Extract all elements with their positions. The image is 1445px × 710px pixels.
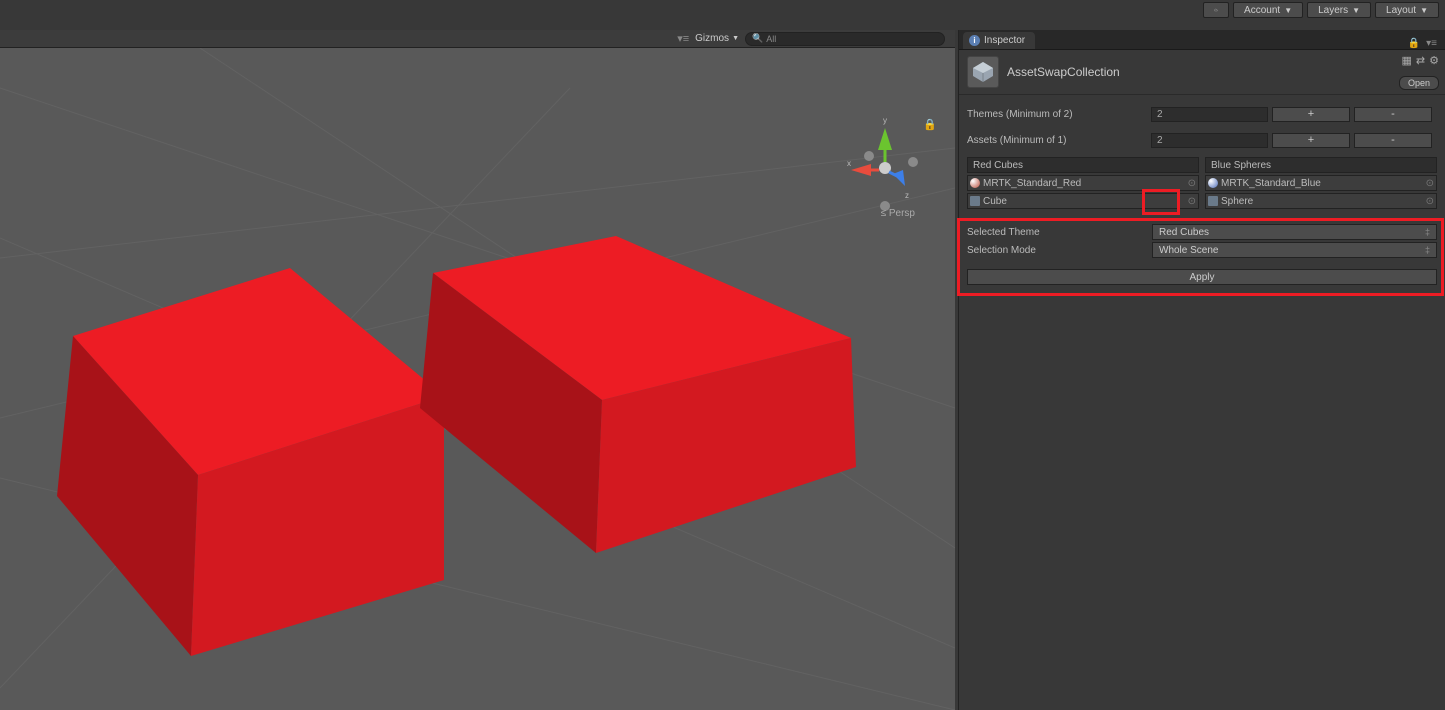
theme-columns: Red Cubes MRTK_Standard_Red ⊙ Cube ⊙ Blu… <box>967 157 1437 209</box>
inspector-tab-label: Inspector <box>984 35 1025 46</box>
gear-icon[interactable]: ⚙ <box>1429 54 1439 67</box>
themes-row: Themes (Minimum of 2) 2 + - <box>967 105 1437 123</box>
selected-theme-dropdown[interactable]: Red Cubes <box>1152 224 1437 240</box>
cloud-icon <box>1214 5 1218 15</box>
toolbar-options-icon[interactable]: ▾≡ <box>677 32 689 45</box>
selection-mode-row: Selection Mode Whole Scene <box>967 241 1437 259</box>
material-field[interactable]: MRTK_Standard_Blue ⊙ <box>1205 175 1437 191</box>
material-label: MRTK_Standard_Blue <box>1221 178 1321 189</box>
prefab-icon <box>1208 196 1218 206</box>
caret-down-icon: ▼ <box>1420 6 1428 15</box>
inspector-tab[interactable]: i Inspector <box>963 32 1035 49</box>
gizmos-dropdown[interactable]: Gizmos▼ <box>695 33 739 44</box>
theme-column-blue: Blue Spheres MRTK_Standard_Blue ⊙ Sphere… <box>1205 157 1437 209</box>
caret-down-icon: ▼ <box>1284 6 1292 15</box>
selected-theme-row: Selected Theme Red Cubes <box>967 223 1437 241</box>
orientation-gizmo[interactable]: y x z <box>845 118 925 218</box>
assets-remove-button[interactable]: - <box>1354 133 1432 148</box>
lock-toggle-icon[interactable]: 🔒 <box>1408 38 1420 49</box>
object-name: AssetSwapCollection <box>1007 65 1120 79</box>
layout-label: Layout <box>1386 5 1416 16</box>
layout-dropdown[interactable]: Layout ▼ <box>1375 2 1439 18</box>
gizmos-label: Gizmos <box>695 33 729 44</box>
svg-text:z: z <box>905 191 909 200</box>
themes-label: Themes (Minimum of 2) <box>967 109 1147 120</box>
themes-remove-button[interactable]: - <box>1354 107 1432 122</box>
object-picker-icon[interactable]: ⊙ <box>1426 178 1434 189</box>
search-placeholder: All <box>766 34 776 44</box>
assets-label: Assets (Minimum of 1) <box>967 135 1147 146</box>
search-icon: 🔍 <box>752 33 763 44</box>
material-icon <box>1208 178 1218 188</box>
object-picker-icon[interactable]: ⊙ <box>1426 196 1434 207</box>
scene-search-input[interactable]: 🔍All <box>745 32 945 46</box>
prefab-field[interactable]: Cube ⊙ <box>967 193 1199 209</box>
top-toolbar: Account ▼ Layers ▼ Layout ▼ <box>1197 0 1445 20</box>
prefab-label: Sphere <box>1221 196 1253 207</box>
asset-type-icon[interactable] <box>967 56 999 88</box>
selection-mode-label: Selection Mode <box>967 245 1152 256</box>
theme-header-input[interactable]: Blue Spheres <box>1205 157 1437 173</box>
svg-text:y: y <box>883 118 887 125</box>
layers-dropdown[interactable]: Layers ▼ <box>1307 2 1371 18</box>
layers-label: Layers <box>1318 5 1348 16</box>
assets-add-button[interactable]: + <box>1272 133 1350 148</box>
theme-header-input[interactable]: Red Cubes <box>967 157 1199 173</box>
scene-toolbar: ▾≡ Gizmos▼ 🔍All <box>0 30 955 48</box>
prefab-label: Cube <box>983 196 1007 207</box>
apply-button[interactable]: Apply <box>967 269 1437 285</box>
perspective-label[interactable]: ≤ Persp <box>881 208 915 219</box>
inspector-body: Themes (Minimum of 2) 2 + - Assets (Mini… <box>959 95 1445 289</box>
prefab-icon <box>970 196 980 206</box>
tab-options-icon[interactable]: ▾≡ <box>1426 38 1445 49</box>
assets-value-field[interactable]: 2 <box>1151 133 1268 148</box>
account-dropdown[interactable]: Account ▼ <box>1233 2 1303 18</box>
themes-value-field[interactable]: 2 <box>1151 107 1268 122</box>
header-icon-1[interactable]: ▦ <box>1402 54 1412 67</box>
selection-mode-dropdown[interactable]: Whole Scene <box>1152 242 1437 258</box>
inspector-header: AssetSwapCollection ▦ ⇄ ⚙ Open <box>959 50 1445 95</box>
account-label: Account <box>1244 5 1280 16</box>
themes-add-button[interactable]: + <box>1272 107 1350 122</box>
inspector-panel: i Inspector 🔒 ▾≡ AssetSwapCollection ▦ ⇄… <box>958 30 1445 710</box>
header-icon-2[interactable]: ⇄ <box>1416 54 1425 67</box>
scene-view[interactable]: 🔒 y x z ≤ Persp <box>0 48 955 710</box>
scene-cubes <box>0 48 955 710</box>
caret-down-icon: ▼ <box>732 35 739 42</box>
material-icon <box>970 178 980 188</box>
prefab-field[interactable]: Sphere ⊙ <box>1205 193 1437 209</box>
inspector-tab-row: i Inspector 🔒 ▾≡ <box>959 30 1445 50</box>
open-button[interactable]: Open <box>1399 76 1439 90</box>
object-picker-icon[interactable]: ⊙ <box>1188 178 1196 189</box>
assets-row: Assets (Minimum of 1) 2 + - <box>967 131 1437 149</box>
lock-icon[interactable]: 🔒 <box>923 118 937 131</box>
material-label: MRTK_Standard_Red <box>983 178 1081 189</box>
theme-column-red: Red Cubes MRTK_Standard_Red ⊙ Cube ⊙ <box>967 157 1199 209</box>
object-picker-icon[interactable]: ⊙ <box>1188 196 1196 207</box>
caret-down-icon: ▼ <box>1352 6 1360 15</box>
svg-text:x: x <box>847 159 851 168</box>
cloud-button[interactable] <box>1203 2 1229 18</box>
material-field[interactable]: MRTK_Standard_Red ⊙ <box>967 175 1199 191</box>
selected-theme-label: Selected Theme <box>967 227 1152 238</box>
info-icon: i <box>969 35 980 46</box>
